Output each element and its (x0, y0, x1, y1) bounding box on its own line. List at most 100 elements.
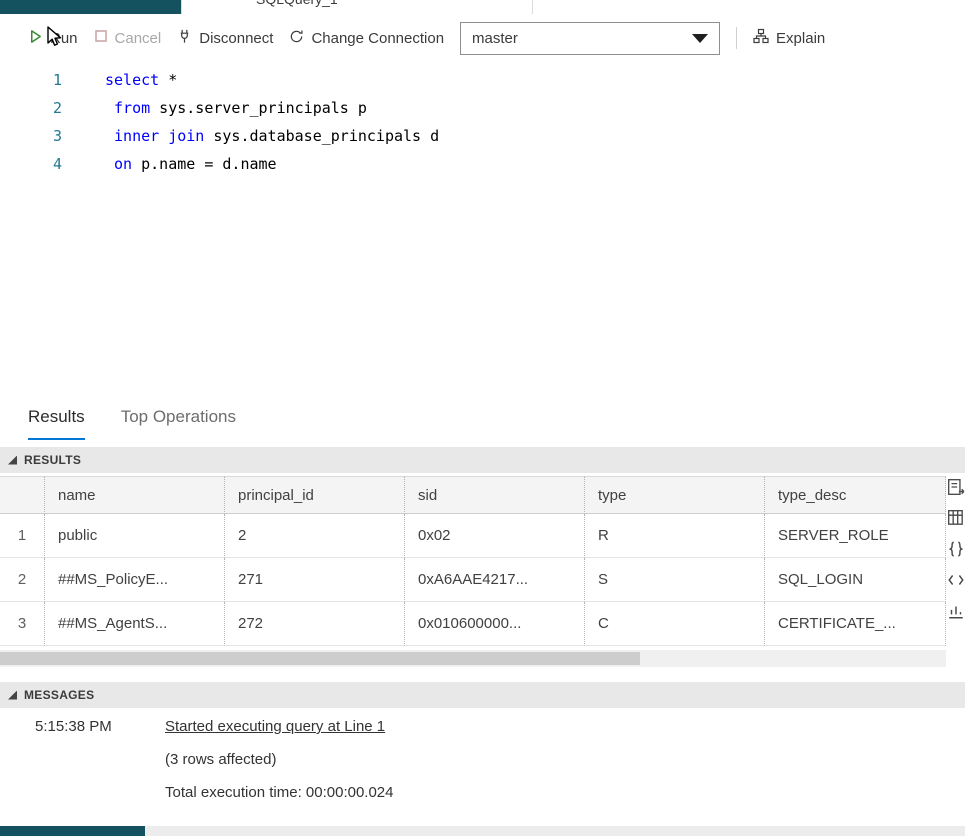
code-text: from sys.server_principals p (62, 94, 367, 122)
grid-action-icons (947, 478, 965, 620)
grid-cell[interactable]: ##MS_PolicyE... (45, 558, 225, 602)
table-row: 3##MS_AgentS...2720x010600000...CCERTIFI… (0, 602, 946, 646)
grid-cell[interactable]: SERVER_ROLE (765, 514, 946, 558)
editor-line: 1select * (0, 66, 965, 94)
sql-editor[interactable]: 1select *2 from sys.server_principals p3… (0, 62, 965, 396)
sql-keyword: from (114, 99, 150, 117)
chevron-down-icon (692, 34, 708, 43)
database-dropdown-value: master (472, 30, 518, 47)
grid-cell[interactable]: 0xA6AAE4217... (405, 558, 585, 602)
sql-text (105, 99, 114, 117)
panel-tab-results[interactable]: Results (28, 398, 85, 440)
chart-icon[interactable] (947, 602, 965, 620)
grid-cell[interactable]: public (45, 514, 225, 558)
sql-text (105, 155, 114, 173)
explain-flowchart-icon (753, 28, 769, 48)
line-number: 2 (0, 94, 62, 122)
grid-cell[interactable]: 0x010600000... (405, 602, 585, 646)
cancel-button[interactable]: Cancel (94, 29, 162, 47)
table-row: 1public20x02RSERVER_ROLE (0, 514, 946, 558)
editor-line: 2 from sys.server_principals p (0, 94, 965, 122)
save-json-icon[interactable] (947, 540, 965, 558)
code-text: inner join sys.database_principals d (62, 122, 439, 150)
grid-cell[interactable]: C (585, 602, 765, 646)
sql-keyword: select (105, 71, 159, 89)
message-timestamp (0, 776, 165, 809)
save-xml-icon[interactable] (947, 571, 965, 589)
message-timestamp: 5:15:38 PM (0, 710, 165, 743)
message-row: Total execution time: 00:00:00.024 (0, 776, 965, 809)
message-timestamp (0, 743, 165, 776)
column-header-name[interactable]: name (45, 476, 225, 514)
disconnect-label: Disconnect (199, 30, 273, 47)
sql-text: sys.database_principals d (204, 127, 439, 145)
column-header-type_desc[interactable]: type_desc (765, 476, 946, 514)
grid-cell[interactable]: 272 (225, 602, 405, 646)
message-row: (3 rows affected) (0, 743, 965, 776)
sql-text (105, 127, 114, 145)
editor-tab[interactable]: SQLQuery_1 (181, 0, 533, 14)
sql-keyword: inner join (114, 127, 204, 145)
save-csv-icon[interactable] (947, 478, 965, 496)
message-row: 5:15:38 PMStarted executing query at Lin… (0, 710, 965, 743)
disconnect-button[interactable]: Disconnect (177, 28, 273, 48)
message-text: (3 rows affected) (165, 743, 276, 776)
grid-cell[interactable]: CERTIFICATE_... (765, 602, 946, 646)
grid-cell[interactable]: 2 (225, 514, 405, 558)
panel-tab-top-operations[interactable]: Top Operations (121, 398, 236, 440)
run-button[interactable]: Run (28, 29, 78, 48)
explain-label: Explain (776, 30, 825, 47)
grid-body: 1public20x02RSERVER_ROLE2##MS_PolicyE...… (0, 514, 946, 646)
grid-cell[interactable]: 271 (225, 558, 405, 602)
cancel-label: Cancel (115, 30, 162, 47)
results-section-header[interactable]: RESULTS (0, 447, 965, 473)
messages-section-header[interactable]: MESSAGES (0, 682, 965, 708)
row-number-cell[interactable]: 2 (0, 558, 45, 602)
app-window: SQLQuery_1 Run Cancel Disconnect (0, 0, 965, 836)
tab-bar: SQLQuery_1 (0, 0, 965, 14)
results-section-label: RESULTS (24, 453, 81, 467)
editor-line: 4 on p.name = d.name (0, 150, 965, 178)
change-connection-icon (289, 29, 304, 48)
panel-tab-bar: Results Top Operations (0, 396, 236, 442)
code-text: on p.name = d.name (62, 150, 277, 178)
grid-cell[interactable]: S (585, 558, 765, 602)
row-number-cell[interactable]: 1 (0, 514, 45, 558)
disconnect-plug-icon (177, 28, 192, 48)
grid-horizontal-scrollbar[interactable] (0, 650, 946, 667)
scrollbar-thumb[interactable] (0, 652, 640, 665)
column-header-principal_id[interactable]: principal_id (225, 476, 405, 514)
window-chrome-corner (0, 0, 181, 14)
column-header-type[interactable]: type (585, 476, 765, 514)
line-number: 1 (0, 66, 62, 94)
collapse-triangle-icon (8, 456, 17, 465)
grid-header-row: nameprincipal_idsidtypetype_desc (0, 476, 946, 514)
line-number: 4 (0, 150, 62, 178)
column-header-sid[interactable]: sid (405, 476, 585, 514)
grid-cell[interactable]: ##MS_AgentS... (45, 602, 225, 646)
sql-text: p.name = d.name (132, 155, 277, 173)
messages-section-label: MESSAGES (24, 688, 94, 702)
row-number-cell[interactable]: 3 (0, 602, 45, 646)
save-excel-icon[interactable] (947, 509, 965, 527)
toolbar-separator (736, 27, 737, 49)
run-icon (28, 29, 43, 48)
editor-lines: 1select *2 from sys.server_principals p3… (0, 66, 965, 178)
message-text: Total execution time: 00:00:00.024 (165, 776, 394, 809)
grid-cell[interactable]: 0x02 (405, 514, 585, 558)
editor-tab-label: SQLQuery_1 (256, 0, 338, 7)
sql-text: sys.server_principals p (150, 99, 367, 117)
grid-header-cells: nameprincipal_idsidtypetype_desc (0, 476, 946, 514)
database-dropdown[interactable]: master (460, 22, 720, 55)
message-link[interactable]: Started executing query at Line 1 (165, 710, 385, 743)
status-bar-corner (0, 826, 145, 836)
grid-cell[interactable]: R (585, 514, 765, 558)
table-row: 2##MS_PolicyE...2710xA6AAE4217...SSQL_LO… (0, 558, 946, 602)
explain-button[interactable]: Explain (753, 28, 825, 48)
grid-cell[interactable]: SQL_LOGIN (765, 558, 946, 602)
editor-line: 3 inner join sys.database_principals d (0, 122, 965, 150)
sql-keyword: on (114, 155, 132, 173)
change-connection-button[interactable]: Change Connection (289, 29, 444, 48)
run-label: Run (50, 30, 78, 47)
cancel-icon (94, 29, 108, 47)
